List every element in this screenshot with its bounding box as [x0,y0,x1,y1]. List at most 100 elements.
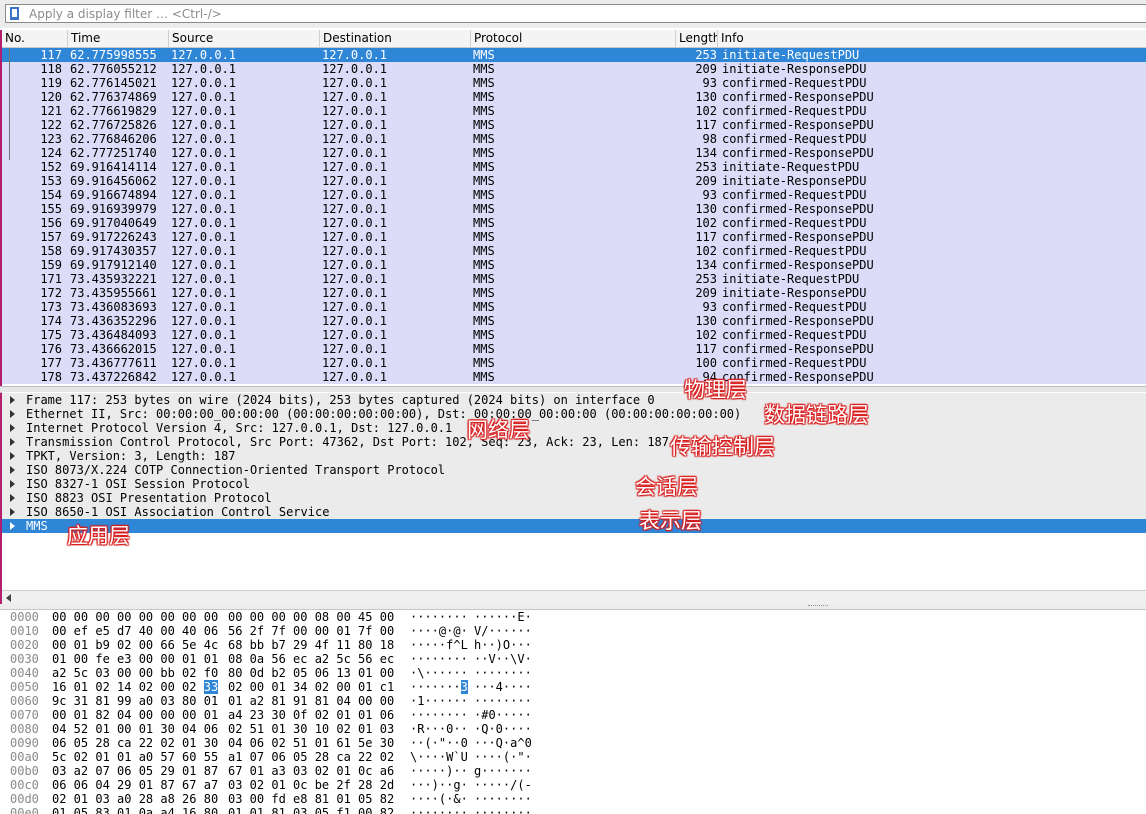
hex-row[interactable]: 0080 04 52 01 00 01 30 04 06 ·R···0·· 02 51… [2,722,1146,736]
detail-tree-row[interactable]: MMS [2,519,1146,533]
scroll-left-icon[interactable] [6,594,11,602]
column-header-no[interactable]: No. [2,30,68,47]
detail-tree-row[interactable]: ISO 8327-1 OSI Session Protocol [2,477,1146,491]
packet-destination: 127.0.0.1 [322,286,388,300]
detail-tree-row[interactable]: ISO 8073/X.224 COTP Connection-Oriented … [2,463,1146,477]
hex-offset: 0030 [10,652,39,666]
packet-length: 102 [695,216,717,230]
detail-tree-row[interactable]: Frame 117: 253 bytes on wire (2024 bits)… [2,393,1146,407]
column-header-info[interactable]: Info [718,30,1146,47]
horizontal-scrollbar[interactable] [2,590,1146,604]
packet-row[interactable]: 177 73.436777611 127.0.0.1 127.0.0.1 MMS 100 c… [2,356,1146,370]
packet-row[interactable]: 118 62.776055212 127.0.0.1 127.0.0.1 MMS 209 i… [2,62,1146,76]
packet-row[interactable]: 159 69.917912140 127.0.0.1 127.0.0.1 MMS 134 c… [2,258,1146,272]
display-filter-input[interactable]: Apply a display filter … <Ctrl-/> [5,4,1146,23]
column-header-length[interactable]: Length [676,30,718,47]
column-header-source[interactable]: Source [169,30,320,47]
packet-info: confirmed-ResponsePDU [722,90,874,104]
packet-row[interactable]: 155 69.916939979 127.0.0.1 127.0.0.1 MMS 130 c… [2,202,1146,216]
packet-row[interactable]: 173 73.436083693 127.0.0.1 127.0.0.1 MMS 93 co… [2,300,1146,314]
packet-protocol: MMS [473,244,495,258]
packet-protocol: MMS [473,76,495,90]
display-filter-toolbar: Apply a display filter … <Ctrl-/> [0,0,1146,28]
packet-row[interactable]: 172 73.435955661 127.0.0.1 127.0.0.1 MMS 209 i… [2,286,1146,300]
hex-row[interactable]: 0070 00 01 82 04 00 00 00 01 ········ a4 23… [2,708,1146,722]
hex-bytes: a1 07 06 05 28 ca 22 02 [228,750,395,764]
expand-arrow-icon[interactable] [10,494,15,502]
splitter-grip-icon[interactable] [808,605,828,608]
packet-time: 62.775998555 [70,48,157,62]
hex-row[interactable]: 00b0 03 a2 07 06 05 29 01 87 ·····)·· 67 01… [2,764,1146,778]
expand-arrow-icon[interactable] [10,466,15,474]
column-header-destination[interactable]: Destination [320,30,471,47]
hex-row[interactable]: 0060 9c 31 81 99 a0 03 80 01 ·1······ 01 a2… [2,694,1146,708]
expand-arrow-icon[interactable] [10,396,15,404]
packet-destination: 127.0.0.1 [322,328,388,342]
packet-row[interactable]: 174 73.436352296 127.0.0.1 127.0.0.1 MMS 130 c… [2,314,1146,328]
packet-row[interactable]: 124 62.777251740 127.0.0.1 127.0.0.1 MMS 134 c… [2,146,1146,160]
packet-time: 69.917912140 [70,258,157,272]
packet-protocol: MMS [473,132,495,146]
hex-row[interactable]: 0090 06 05 28 ca 22 02 01 30 ··(·"··0 04 06… [2,736,1146,750]
hex-row[interactable]: 0010 00 ef e5 d7 40 00 40 06 ····@·@· 56 2f… [2,624,1146,638]
packet-destination: 127.0.0.1 [322,160,388,174]
packet-row[interactable]: 120 62.776374869 127.0.0.1 127.0.0.1 MMS 130 c… [2,90,1146,104]
detail-tree-row[interactable]: Internet Protocol Version 4, Src: 127.0.… [2,421,1146,435]
packet-details-pane[interactable]: Frame 117: 253 bytes on wire (2024 bits)… [2,392,1146,590]
column-header-protocol[interactable]: Protocol [471,30,676,47]
expand-arrow-icon[interactable] [10,480,15,488]
hex-row[interactable]: 0020 00 01 b9 02 00 66 5e 4c ·····f^L 68 bb… [2,638,1146,652]
detail-tree-row[interactable]: ISO 8650-1 OSI Association Control Servi… [2,505,1146,519]
detail-tree-row[interactable]: Transmission Control Protocol, Src Port:… [2,435,1146,449]
expand-arrow-icon[interactable] [10,410,15,418]
packet-row[interactable]: 121 62.776619829 127.0.0.1 127.0.0.1 MMS 102 c… [2,104,1146,118]
expand-arrow-icon[interactable] [10,452,15,460]
packet-time: 69.916456062 [70,174,157,188]
hex-row[interactable]: 00c0 06 06 04 29 01 87 67 a7 ···)··g· 03 02… [2,778,1146,792]
packet-row[interactable]: 178 73.437226842 127.0.0.1 127.0.0.1 MMS 94 co… [2,370,1146,384]
packet-destination: 127.0.0.1 [322,258,388,272]
bookmark-icon[interactable] [10,7,19,20]
packet-row[interactable]: 175 73.436484093 127.0.0.1 127.0.0.1 MMS 102 c… [2,328,1146,342]
hex-bytes: 04 52 01 00 01 30 04 06 [52,722,219,736]
packet-row[interactable]: 152 69.916414114 127.0.0.1 127.0.0.1 MMS 253 i… [2,160,1146,174]
packet-time: 62.776725826 [70,118,157,132]
hex-bytes: 00 01 b9 02 00 66 5e 4c [52,638,219,652]
packet-row[interactable]: 157 69.917226243 127.0.0.1 127.0.0.1 MMS 117 c… [2,230,1146,244]
packet-row[interactable]: 153 69.916456062 127.0.0.1 127.0.0.1 MMS 209 i… [2,174,1146,188]
packet-row[interactable]: 117 62.775998555 127.0.0.1 127.0.0.1 MMS 253 i… [2,48,1146,62]
packet-row[interactable]: 171 73.435932221 127.0.0.1 127.0.0.1 MMS 253 i… [2,272,1146,286]
expand-arrow-icon[interactable] [10,438,15,446]
packet-protocol: MMS [473,118,495,132]
expand-arrow-icon[interactable] [10,508,15,516]
hex-row[interactable]: 00a0 5c 02 01 01 a0 57 60 55 \····W`U a1 07… [2,750,1146,764]
detail-tree-row[interactable]: ISO 8823 OSI Presentation Protocol [2,491,1146,505]
detail-tree-row[interactable]: TPKT, Version: 3, Length: 187 [2,449,1146,463]
packet-row[interactable]: 154 69.916674894 127.0.0.1 127.0.0.1 MMS 93 co… [2,188,1146,202]
expand-arrow-icon[interactable] [10,424,15,432]
packet-row[interactable]: 123 62.776846206 127.0.0.1 127.0.0.1 MMS 98 co… [2,132,1146,146]
packet-bytes-pane[interactable]: 0000 00 00 00 00 00 00 00 00 ········ 00 00… [2,610,1146,814]
expand-arrow-icon[interactable] [10,522,15,530]
hex-bytes: 00 01 82 04 00 00 00 01 [52,708,219,722]
packet-length: 117 [695,230,717,244]
packet-protocol: MMS [473,342,495,356]
hex-row[interactable]: 0030 01 00 fe e3 00 00 01 01 ········ 08 0a… [2,652,1146,666]
packet-row[interactable]: 119 62.776145021 127.0.0.1 127.0.0.1 MMS 93 co… [2,76,1146,90]
packet-row[interactable]: 156 69.917040649 127.0.0.1 127.0.0.1 MMS 102 c… [2,216,1146,230]
column-header-time[interactable]: Time [68,30,169,47]
packet-length: 253 [695,160,717,174]
hex-row[interactable]: 0000 00 00 00 00 00 00 00 00 ········ 00 00… [2,610,1146,624]
detail-tree-row[interactable]: Ethernet II, Src: 00:00:00_00:00:00 (00:… [2,407,1146,421]
hex-bytes: 16 01 02 14 02 00 02 33 [52,680,219,694]
packet-row[interactable]: 176 73.436662015 127.0.0.1 127.0.0.1 MMS 117 c… [2,342,1146,356]
hex-row[interactable]: 00e0 01 05 83 01 0a a4 16 80 ········ 01 01… [2,806,1146,814]
hex-offset: 0050 [10,680,39,694]
packet-row[interactable]: 122 62.776725826 127.0.0.1 127.0.0.1 MMS 117 c… [2,118,1146,132]
conversation-bracket [9,48,10,160]
hex-row[interactable]: 0050 16 01 02 14 02 00 02 33 ·······3 02 00… [2,680,1146,694]
hex-row[interactable]: 0040 a2 5c 03 00 00 bb 02 f0 ·\······ 80 0d… [2,666,1146,680]
packet-list-pane[interactable]: No. Time Source Destination Protocol Len… [2,30,1146,384]
hex-row[interactable]: 00d0 02 01 03 a0 28 a8 26 80 ····(·&· 03 00… [2,792,1146,806]
packet-row[interactable]: 158 69.917430357 127.0.0.1 127.0.0.1 MMS 102 c… [2,244,1146,258]
